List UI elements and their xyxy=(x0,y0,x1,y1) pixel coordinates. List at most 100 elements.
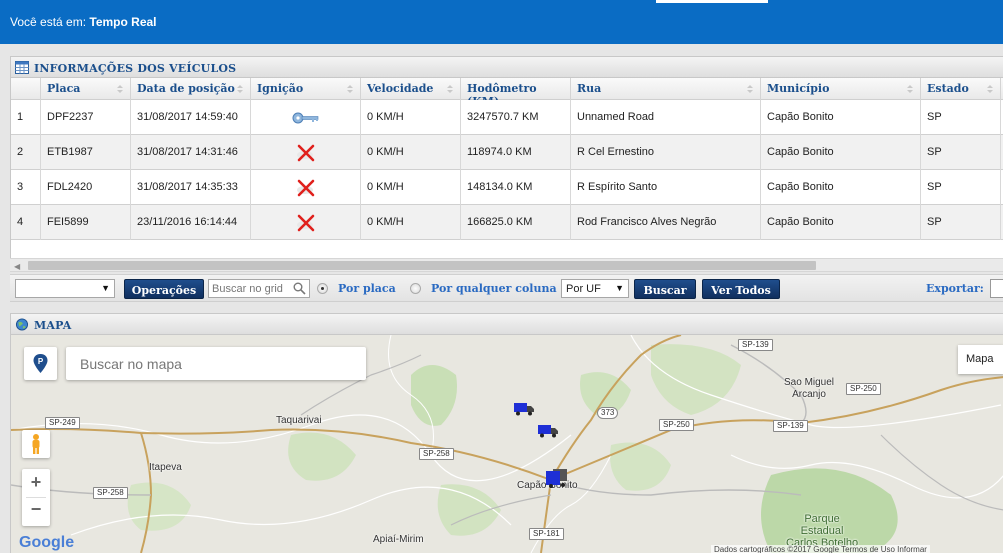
svg-text:P: P xyxy=(38,357,44,366)
column-header-ignicao[interactable]: Ignição xyxy=(251,78,361,100)
red-x-icon xyxy=(296,179,314,196)
vehicle-truck-icon[interactable] xyxy=(545,469,569,489)
map-view[interactable]: Taquarivai Itapeva Capão Bonito Apiaí-Mi… xyxy=(10,335,1003,553)
header-tab-highlight xyxy=(656,0,768,3)
sort-icon xyxy=(907,85,913,93)
radio-by-plate-label[interactable]: Por placa xyxy=(338,282,396,295)
sort-icon xyxy=(747,85,753,93)
cell-municipio: Capão Bonito xyxy=(761,135,921,170)
scrollbar-thumb[interactable] xyxy=(28,261,816,270)
column-header-municipio[interactable]: Município xyxy=(761,78,921,100)
sort-icon xyxy=(347,85,353,93)
zoom-out-button[interactable]: − xyxy=(22,499,50,527)
sort-icon xyxy=(447,85,453,93)
table-icon xyxy=(15,61,29,74)
cell-velocidade: 0 KM/H xyxy=(361,100,461,135)
table-row[interactable]: 3 FDL2420 31/08/2017 14:35:33 0 KM/H 148… xyxy=(11,170,1003,205)
place-label-taquarivai: Taquarivai xyxy=(276,415,322,426)
cell-municipio: Capão Bonito xyxy=(761,205,921,240)
place-label-parque-estadual: Parque Estadual Carlos Botelho xyxy=(786,513,859,549)
cell-placa: FDL2420 xyxy=(41,170,131,205)
operations-button[interactable]: Operações xyxy=(124,279,204,299)
cell-rua: R Espírito Santo xyxy=(571,170,761,205)
view-all-button[interactable]: Ver Todos xyxy=(702,279,780,299)
cell-hodometro: 118974.0 KM xyxy=(461,135,571,170)
cell-index: 1 xyxy=(11,100,41,135)
column-label: Município xyxy=(767,82,830,95)
cell-index: 4 xyxy=(11,205,41,240)
map-type-button[interactable]: Mapa xyxy=(958,345,1003,374)
column-header-placa[interactable]: Placa xyxy=(41,78,131,100)
road-shield-sp250: SP-250 xyxy=(659,419,694,431)
street-view-pegman[interactable] xyxy=(22,430,50,458)
radio-by-plate[interactable] xyxy=(317,283,328,294)
table-row[interactable]: 4 FEI5899 23/11/2016 16:14:44 0 KM/H 166… xyxy=(11,205,1003,240)
cell-estado: SP xyxy=(921,135,1001,170)
cell-ignicao xyxy=(251,100,361,135)
column-label: Placa xyxy=(47,82,81,95)
cell-estado: SP xyxy=(921,100,1001,135)
cell-placa: FEI5899 xyxy=(41,205,131,240)
top-header: Você está em: Tempo Real xyxy=(0,0,1003,44)
cell-data: 31/08/2017 14:35:33 xyxy=(131,170,251,205)
column-label: Ignição xyxy=(257,82,304,95)
road-shield-sp258: SP-258 xyxy=(93,487,128,499)
column-header-hodometro[interactable]: Hodômetro (KM) xyxy=(461,78,571,108)
chevron-down-icon: ▼ xyxy=(615,283,624,293)
cell-rua: Unnamed Road xyxy=(571,100,761,135)
grid-search-input[interactable]: Buscar no grid xyxy=(208,279,310,298)
cell-data: 31/08/2017 14:31:46 xyxy=(131,135,251,170)
vehicle-truck-icon[interactable] xyxy=(513,401,535,417)
cell-rua: Rod Francisco Alves Negrão xyxy=(571,205,761,240)
cell-index: 3 xyxy=(11,170,41,205)
column-header-index xyxy=(11,78,41,100)
uf-select[interactable]: Por UF ▼ xyxy=(561,279,629,298)
place-label-sao-miguel-arcanjo: Sao Miguel Arcanjo xyxy=(784,377,835,400)
cell-municipio: Capão Bonito xyxy=(761,170,921,205)
road-shield-sp258: SP-258 xyxy=(419,448,454,460)
vehicle-truck-icon[interactable] xyxy=(537,423,559,439)
export-label: Exportar: xyxy=(926,282,984,295)
sort-icon xyxy=(117,85,123,93)
road-shield-sp249: SP-249 xyxy=(45,417,80,429)
search-button[interactable]: Buscar xyxy=(634,279,696,299)
column-header-rua[interactable]: Rua xyxy=(571,78,761,100)
table-row[interactable]: 2 ETB1987 31/08/2017 14:31:46 0 KM/H 118… xyxy=(11,135,1003,170)
filter-select[interactable]: ▼ xyxy=(15,279,115,298)
cell-placa: ETB1987 xyxy=(41,135,131,170)
app-root: Você está em: Tempo Real INFORMAÇÕES DOS… xyxy=(0,0,1003,553)
scroll-left-arrow-icon[interactable]: ◀ xyxy=(14,262,20,271)
column-header-data-posicao[interactable]: Data de posição xyxy=(131,78,251,100)
zoom-in-button[interactable]: + xyxy=(22,472,50,500)
cell-hodometro: 166825.0 KM xyxy=(461,205,571,240)
radio-any-column[interactable] xyxy=(410,283,421,294)
search-icon[interactable] xyxy=(293,282,306,295)
place-label-apiai-mirim: Apiaí-Mirim xyxy=(373,534,424,545)
cell-index: 2 xyxy=(11,135,41,170)
grid-horizontal-scrollbar[interactable]: ◀ xyxy=(10,258,1003,272)
sort-icon xyxy=(237,85,243,93)
zoom-divider xyxy=(26,497,46,498)
map-attribution[interactable]: Dados cartográficos ©2017 Google Termos … xyxy=(711,545,930,553)
map-search-input[interactable]: Buscar no mapa xyxy=(66,347,366,380)
map-marker-button[interactable]: P xyxy=(24,347,57,380)
map-panel-header: MAPA xyxy=(10,313,1003,335)
column-header-estado[interactable]: Estado xyxy=(921,78,1001,100)
cell-velocidade: 0 KM/H xyxy=(361,170,461,205)
cell-estado: SP xyxy=(921,170,1001,205)
sort-icon xyxy=(987,85,993,93)
key-icon xyxy=(292,112,318,123)
parking-pin-icon: P xyxy=(33,354,48,373)
cell-hodometro: 148134.0 KM xyxy=(461,170,571,205)
vehicles-panel-header: INFORMAÇÕES DOS VEÍCULOS xyxy=(10,56,1003,78)
place-label-itapeva: Itapeva xyxy=(149,462,182,473)
breadcrumb-current-page: Tempo Real xyxy=(89,15,157,29)
radio-any-column-label[interactable]: Por qualquer coluna xyxy=(431,282,557,295)
export-pdf-icon[interactable] xyxy=(990,279,1003,298)
road-shield-sp139: SP-139 xyxy=(738,339,773,351)
cell-municipio: Capão Bonito xyxy=(761,100,921,135)
column-header-velocidade[interactable]: Velocidade xyxy=(361,78,461,100)
breadcrumb-prefix: Você está em: xyxy=(10,15,87,29)
cell-estado: SP xyxy=(921,205,1001,240)
table-row[interactable]: 1 DPF2237 31/08/2017 14:59:40 0 KM/H 324… xyxy=(11,100,1003,135)
